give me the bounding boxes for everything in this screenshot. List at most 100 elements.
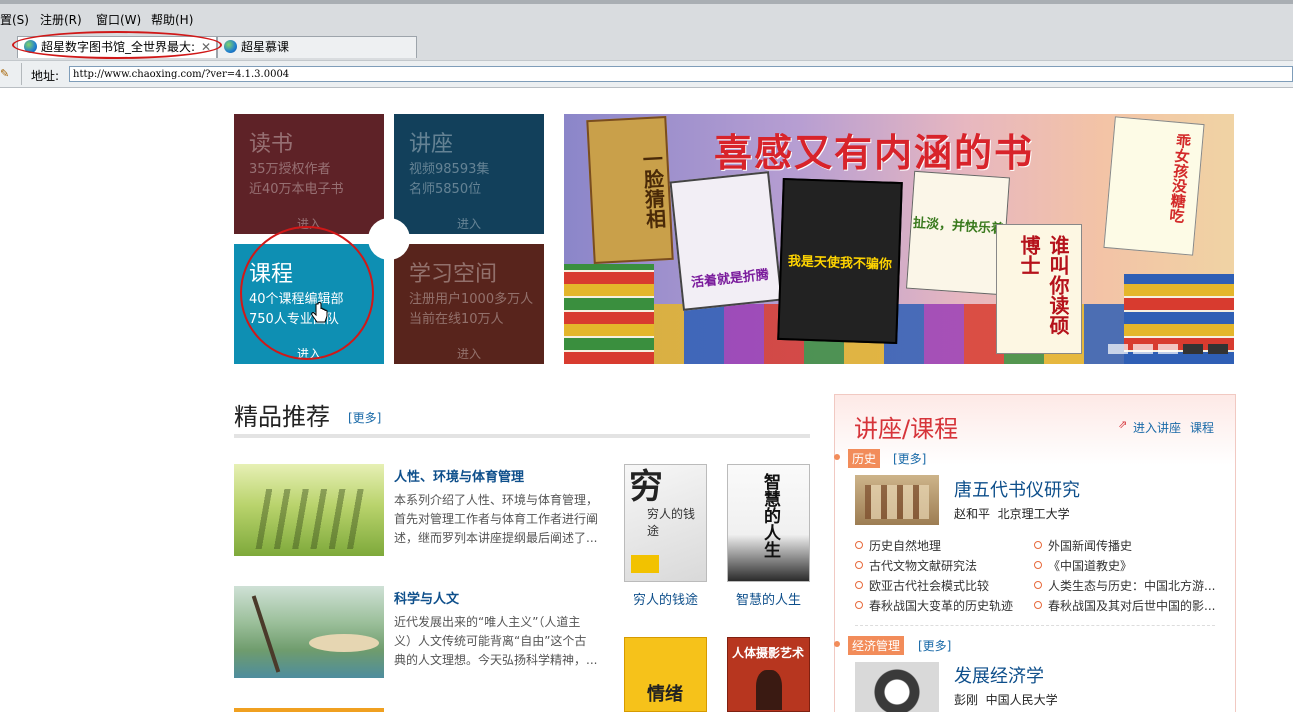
- more-link[interactable]: [更多]: [893, 450, 926, 467]
- tile-lecture[interactable]: 讲座 视频98593集 名师5850位 进入: [394, 114, 544, 234]
- book-cover[interactable]: 情绪: [624, 637, 707, 712]
- thumbnail-image[interactable]: [234, 586, 384, 678]
- book-cover[interactable]: 智慧的人生: [727, 464, 810, 582]
- hand-cursor-icon: [311, 302, 328, 323]
- tile-reading[interactable]: 读书 35万授权作者 近40万本电子书 进入: [234, 114, 384, 234]
- carousel-dot[interactable]: [1158, 344, 1178, 354]
- lecture-author: 赵和平 北京理工大学: [954, 507, 1070, 521]
- course-link[interactable]: 课程: [1190, 419, 1214, 436]
- book-cover: 我是天使我不骗你: [777, 177, 903, 345]
- globe-icon: [224, 40, 237, 53]
- lecture-list-item[interactable]: 春秋战国大变革的历史轨迹: [855, 597, 1013, 614]
- list-divider: [855, 625, 1215, 626]
- carousel-indicators: [1108, 344, 1230, 354]
- tile-line: 视频98593集: [409, 162, 490, 177]
- more-link[interactable]: [更多]: [348, 409, 381, 426]
- desc-line: 本系列介绍了人性、环境与体育管理，: [394, 493, 599, 507]
- recommend-item-title[interactable]: 人性、环境与体育管理: [394, 466, 524, 485]
- book-cover: 扯淡，并快乐着: [906, 170, 1010, 296]
- tile-title: 讲座: [409, 132, 454, 157]
- external-link-icon: ⇗: [1118, 418, 1128, 431]
- tile-line: 近40万本电子书: [249, 182, 344, 197]
- more-link[interactable]: [更多]: [918, 637, 951, 654]
- cover-badge: [631, 555, 659, 573]
- tile-hub-circle: [368, 218, 410, 260]
- enter-lecture-link[interactable]: 进入讲座: [1133, 419, 1181, 436]
- menu-bar: 置(S) 注册(R) 窗口(W) 帮助(H): [0, 0, 1293, 32]
- enter-link[interactable]: 进入: [394, 345, 544, 362]
- cover-text: 穷: [629, 467, 663, 507]
- tile-line: 注册用户1000多万人: [409, 292, 534, 307]
- lecture-thumbnail[interactable]: [855, 662, 939, 712]
- book-cover[interactable]: 人体摄影艺术: [727, 637, 810, 712]
- tile-title: 读书: [249, 132, 294, 157]
- address-bar: ✎ 地址: http://www.chaoxing.com/?ver=4.1.3…: [0, 60, 1293, 88]
- panel-title: 讲座/课程: [854, 415, 959, 443]
- tile-line: 当前在线10万人: [409, 312, 504, 327]
- cover-text: 情绪: [647, 684, 683, 705]
- tile-title: 学习空间: [409, 262, 498, 287]
- menu-help[interactable]: 帮助(H): [151, 11, 193, 28]
- enter-link[interactable]: 进入: [394, 215, 544, 232]
- lecture-list-item[interactable]: 外国新闻传播史: [1034, 537, 1132, 554]
- highlight-circle: [240, 226, 374, 360]
- painting-figures: [865, 485, 929, 519]
- timeline-dot: [834, 641, 840, 647]
- book-title[interactable]: 智慧的人生: [717, 589, 820, 608]
- address-label: 地址:: [31, 69, 60, 83]
- cover-text: 穷人的钱途: [647, 507, 696, 538]
- recommend-item-desc: 近代发展出来的“唯人主义”（人道主 义）人文传统可能背离“自由”这个古 典的人文…: [394, 613, 604, 670]
- book-stack: [564, 264, 654, 364]
- tab-chaoxing-mooc[interactable]: 超星慕课: [217, 36, 417, 58]
- carousel-dot[interactable]: [1183, 344, 1203, 354]
- lecture-list-item[interactable]: 人类生态与历史：中国北方游...: [1034, 577, 1215, 594]
- book-cover: 乖女孩没糖吃: [1103, 116, 1205, 256]
- lecture-list-item[interactable]: 历史自然地理: [855, 537, 941, 554]
- tab-strip: 超星数字图书馆_全世界最大: ✕ 超星慕课: [0, 31, 1293, 60]
- lecture-list-item[interactable]: 古代文物文献研究法: [855, 557, 977, 574]
- lecture-list-item[interactable]: 《中国道教史》: [1034, 557, 1132, 574]
- timeline-dot: [834, 454, 840, 460]
- carousel-dot[interactable]: [1133, 344, 1153, 354]
- category-tag-history[interactable]: 历史: [848, 449, 881, 468]
- menu-settings[interactable]: 置(S): [0, 11, 29, 28]
- shadow-figures: [254, 489, 364, 549]
- cover-text: 智慧的人生: [760, 473, 780, 558]
- pencil-icon: ✎: [0, 67, 10, 80]
- book-cover: 活着就是折腾: [669, 171, 783, 311]
- address-input[interactable]: http://www.chaoxing.com/?ver=4.1.3.0004: [69, 66, 1293, 82]
- recommend-item-title[interactable]: 科学与人文: [394, 588, 459, 607]
- tree-trunk: [251, 595, 281, 673]
- lecture-list-item[interactable]: 春秋战国及其对后世中国的影...: [1034, 597, 1215, 614]
- carousel-dot[interactable]: [1208, 344, 1228, 354]
- book-cover[interactable]: 穷 穷人的钱途: [624, 464, 707, 582]
- category-tag-economics[interactable]: 经济管理: [848, 636, 905, 655]
- lecture-title[interactable]: 发展经济学: [954, 662, 1044, 688]
- book-title[interactable]: 穷人的钱途: [614, 589, 717, 608]
- cover-text: 人体摄影艺术: [732, 646, 805, 660]
- desc-line: 典的人文理想。今天弘扬科学精神，...: [394, 653, 598, 667]
- section-title: 精品推荐: [234, 403, 330, 431]
- desc-line: 近代发展出来的“唯人主义”（人道主: [394, 615, 581, 629]
- tab-label: 超星慕课: [241, 40, 290, 54]
- divider: [21, 63, 22, 85]
- menu-register[interactable]: 注册(R): [40, 11, 82, 28]
- thumbnail-image[interactable]: [234, 464, 384, 556]
- banner-carousel[interactable]: 喜感又有内涵的书 一脸猜相 活着就是折腾 我是天使我不骗你 扯淡，并快乐着 谁叫…: [564, 114, 1234, 364]
- sand-bank: [309, 634, 379, 652]
- lecture-thumbnail[interactable]: [855, 475, 939, 525]
- section-divider: [234, 434, 810, 438]
- tile-line: 名师5850位: [409, 182, 482, 197]
- cover-figure: [756, 670, 782, 710]
- tile-study-space[interactable]: 学习空间 注册用户1000多万人 当前在线10万人 进入: [394, 244, 544, 364]
- menu-window[interactable]: 窗口(W): [96, 11, 141, 28]
- thumbnail-image[interactable]: [234, 708, 384, 712]
- lecture-list-item[interactable]: 欧亚古代社会模式比较: [855, 577, 989, 594]
- carousel-dot[interactable]: [1108, 344, 1128, 354]
- recommend-item-desc: 本系列介绍了人性、环境与体育管理， 首先对管理工作者与体育工作者进行阐 述，继而…: [394, 491, 604, 548]
- lecture-title[interactable]: 唐五代书仪研究: [954, 476, 1080, 502]
- desc-line: 首先对管理工作者与体育工作者进行阐: [394, 512, 599, 526]
- tile-line: 35万授权作者: [249, 162, 331, 177]
- book-cover: 谁叫你读硕博士: [996, 224, 1082, 354]
- desc-line: 述，继而罗列本讲座提纲最后阐述了...: [394, 531, 598, 545]
